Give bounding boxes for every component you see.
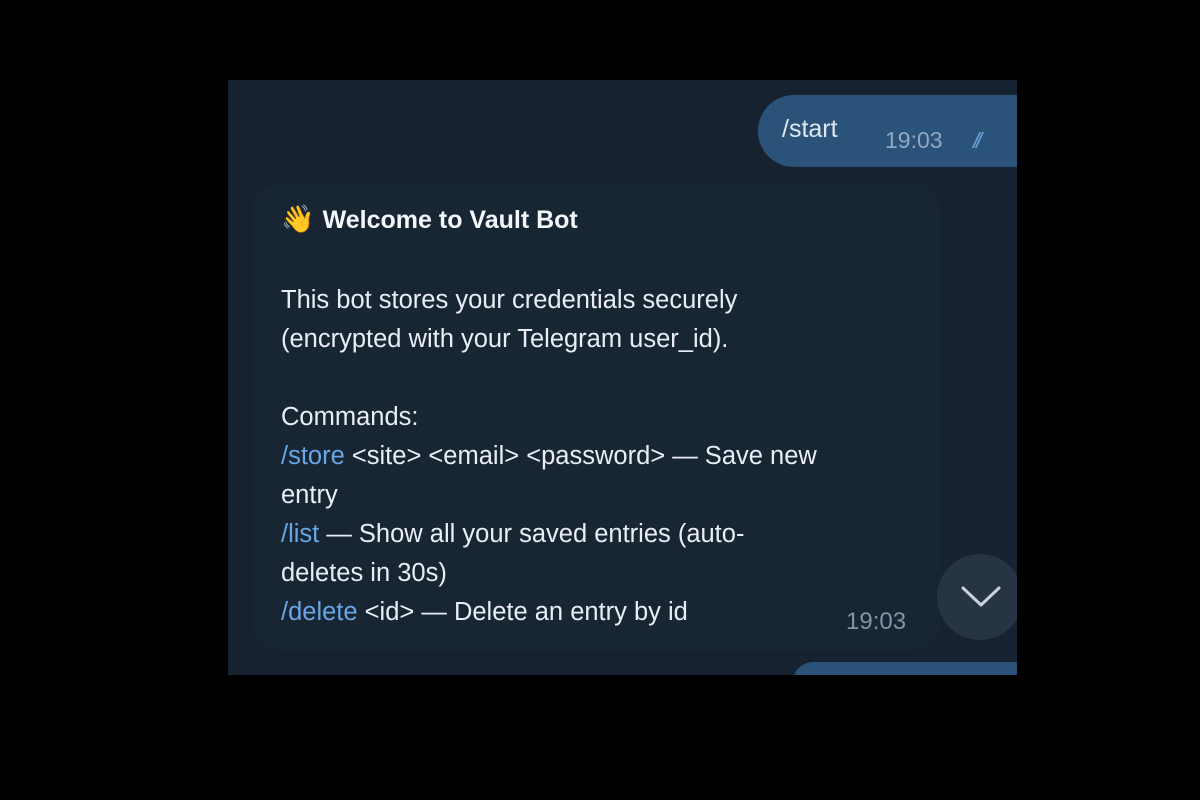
message-title-text: Welcome to Vault Bot (322, 206, 578, 234)
command-line: /list — Show all your saved entries (aut… (281, 515, 921, 554)
list-command-link[interactable]: /list (281, 520, 319, 548)
outgoing-message-bubble[interactable]: /start 19:03 // (758, 95, 1017, 167)
command-description: <id> — Delete an entry by id (357, 598, 688, 626)
outgoing-message-time: 19:03 (885, 127, 943, 153)
commands-heading: Commands: (281, 403, 419, 431)
command-description: — Show all your saved entries (auto- (319, 520, 745, 548)
waving-hand-icon: 👋 (281, 204, 315, 234)
intro-line: (encrypted with your Telegram user_id). (281, 325, 729, 353)
command-line: /delete <id> — Delete an entry by id (281, 593, 921, 632)
command-line: /store <site> <email> <password> — Save … (281, 437, 921, 476)
command-description: <site> <email> <password> — Save new (344, 442, 817, 470)
scroll-down-button[interactable] (937, 554, 1017, 640)
outgoing-message-text: /start (782, 115, 838, 143)
store-command-link[interactable]: /store (281, 442, 345, 470)
next-outgoing-message-bubble[interactable] (793, 662, 1017, 675)
chat-window: /start 19:03 // 👋Welcome to Vault Bot Th… (228, 80, 1017, 675)
chevron-down-icon (961, 586, 1001, 607)
delete-command-link[interactable]: /delete (281, 598, 358, 626)
incoming-message-time: 19:03 (846, 608, 907, 635)
intro-line: This bot stores your credentials securel… (281, 286, 738, 314)
command-line-continued: entry (281, 481, 338, 509)
message-title: 👋 Welcome to Vault Bot (281, 203, 578, 235)
incoming-message-bubble[interactable]: 👋 Welcome to Vault Bot This bot stores yo… (253, 183, 941, 650)
message-body: This bot stores your credentials securel… (281, 281, 921, 632)
command-line-continued: deletes in 30s) (281, 559, 447, 587)
